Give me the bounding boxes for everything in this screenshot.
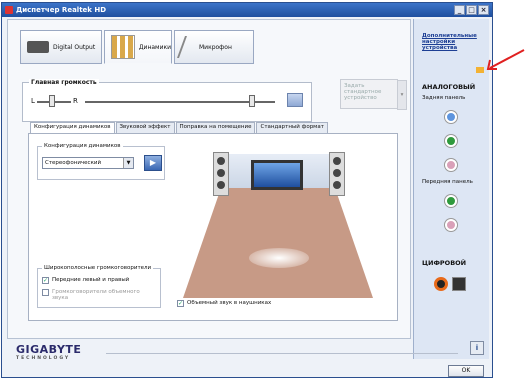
coaxial-jack-icon[interactable] [434, 277, 448, 291]
headphone-surround-checkbox[interactable]: ✓ Объемный звук в наушниках [177, 300, 271, 307]
tab-microphone[interactable]: Микрофон [174, 30, 254, 64]
main-volume-label: Главная громкость [29, 79, 99, 86]
tv-screen-icon [251, 160, 303, 190]
title-bar: Диспетчер Realtek HD _ □ × [2, 3, 492, 17]
footer-divider [106, 353, 458, 354]
tab-digital-output[interactable]: Digital Output [20, 30, 102, 64]
play-test-button[interactable]: ▶ [144, 155, 162, 171]
settings-subtabs: Конфигурация динамиков Звуковой эффект П… [30, 122, 329, 133]
subtab-speaker-config[interactable]: Конфигурация динамиков [30, 122, 115, 133]
fullrange-speakers-group: Широкополосные громкоговорители ✓ Передн… [37, 265, 161, 308]
front-pink-jack-icon[interactable] [445, 219, 457, 231]
rear-green-jack-icon[interactable] [445, 135, 457, 147]
subtab-sound-effect[interactable]: Звуковой эффект [115, 122, 175, 133]
speaker-room-visual [169, 148, 389, 298]
subtab-room-correction[interactable]: Поправка на помещение [175, 122, 256, 133]
analog-title: АНАЛОГОВЫЙ [422, 83, 476, 91]
main-volume-group: Главная громкость L R [22, 79, 312, 122]
ok-button[interactable]: OK [448, 365, 484, 377]
close-button[interactable]: × [478, 5, 489, 15]
surround-label: Громкоговорители объемного звука [52, 289, 140, 301]
rear-panel-label: Задняя панель [422, 95, 466, 101]
volume-slider[interactable] [249, 95, 256, 107]
balance-right-label: R [73, 97, 78, 105]
rear-blue-jack-icon[interactable] [445, 111, 457, 123]
rear-pink-jack-icon[interactable] [445, 159, 457, 171]
brand-sub: TECHNOLOGY [16, 356, 71, 361]
front-right-speaker-icon[interactable] [329, 152, 345, 196]
tab-label: Digital Output [53, 43, 96, 51]
speaker-config-value: Стереофонический [45, 160, 102, 166]
app-icon [5, 6, 13, 14]
speaker-config-panel: Конфигурация динамиков Стереофонический … [28, 133, 398, 321]
digital-output-icon [27, 41, 49, 53]
headphone-surround-label: Объемный звук в наушниках [187, 300, 272, 306]
default-device-label: Задать стандартное устройство [344, 83, 382, 101]
info-button[interactable]: i [470, 341, 484, 355]
mute-speaker-icon[interactable] [287, 93, 303, 107]
subtab-default-format[interactable]: Стандартный формат [256, 122, 328, 133]
checkmark-icon: ✓ [42, 277, 49, 284]
realtek-window: Диспетчер Realtek HD _ □ × Digital Outpu… [1, 2, 493, 378]
checkbox-box [42, 289, 49, 296]
chevron-down-icon[interactable]: ▼ [123, 158, 133, 168]
front-green-jack-icon[interactable] [445, 195, 457, 207]
listener-glow [249, 248, 309, 268]
balance-slider[interactable] [49, 95, 56, 107]
chevron-down-icon[interactable]: ▾ [397, 80, 407, 110]
minimize-button[interactable]: _ [454, 5, 465, 15]
advanced-settings-link[interactable]: Дополнительные настройки устройства [422, 33, 486, 51]
balance-left-label: L [31, 97, 35, 105]
digital-title: ЦИФРОВОЙ [422, 259, 467, 267]
window-title: Диспетчер Realtek HD [16, 6, 107, 14]
optical-jack-icon[interactable] [452, 277, 466, 291]
tab-label: Динамики [138, 43, 171, 51]
tab-speakers[interactable]: Динамики [104, 30, 172, 64]
fullrange-speakers-label: Широкополосные громкоговорители [42, 265, 154, 271]
speakers-icon [111, 35, 135, 59]
set-default-device-button[interactable]: Задать стандартное устройство ▾ [340, 79, 407, 110]
microphone-icon [176, 36, 200, 58]
front-lr-label: Передние левый и правый [52, 277, 130, 283]
front-lr-checkbox[interactable]: ✓ Передние левый и правый [42, 277, 129, 284]
surround-checkbox[interactable]: Громкоговорители объемного звука [42, 289, 152, 301]
gigabyte-logo: GIGABYTE TECHNOLOGY [16, 343, 81, 361]
room-floor [183, 188, 373, 298]
front-left-speaker-icon[interactable] [213, 152, 229, 196]
maximize-button[interactable]: □ [466, 5, 477, 15]
speaker-config-select[interactable]: Стереофонический ▼ [42, 157, 134, 169]
main-panel: Digital Output Динамики Микрофон Главная… [7, 19, 411, 339]
front-panel-label: Передняя панель [422, 179, 473, 185]
brand-name: GIGABYTE [16, 343, 82, 356]
red-arrow-annotation [486, 49, 525, 70]
speaker-config-group: Конфигурация динамиков Стереофонический … [37, 143, 165, 180]
speaker-config-label: Конфигурация динамиков [42, 143, 123, 149]
volume-track [85, 101, 275, 103]
tab-label: Микрофон [199, 43, 232, 51]
folder-flag-icon[interactable] [476, 67, 484, 73]
checkmark-icon: ✓ [177, 300, 184, 307]
